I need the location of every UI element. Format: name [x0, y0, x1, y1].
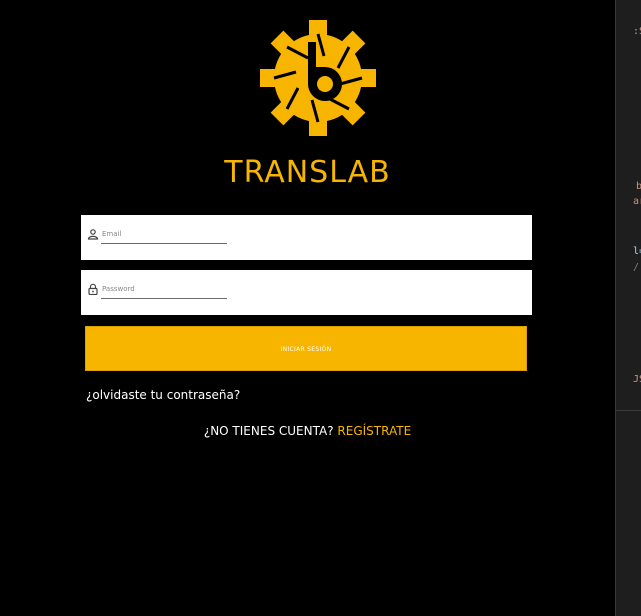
user-icon — [87, 229, 99, 240]
login-button[interactable]: INICIAR SESIÓN — [85, 326, 527, 371]
signup-link[interactable]: REGÍSTRATE — [337, 424, 411, 438]
editor-fragment: JS — [633, 374, 641, 385]
login-screen: TRANSLAB INICIAR SESIÓN ¿olvidaste tu co… — [0, 0, 615, 616]
email-input[interactable] — [101, 225, 227, 244]
email-field-card — [81, 215, 532, 260]
lock-icon — [88, 283, 98, 295]
forgot-password-link[interactable]: ¿olvidaste tu contraseña? — [86, 388, 240, 402]
editor-fragment: / — [633, 262, 640, 273]
code-editor-strip: :S b ar l= / JS — [615, 0, 641, 616]
password-field-card — [81, 270, 532, 315]
no-account-label: ¿NO TIENES CUENTA? — [203, 424, 334, 438]
gear-b-logo-icon — [260, 20, 376, 136]
editor-fragment: l= — [633, 246, 641, 257]
editor-fragment: :S — [633, 26, 641, 37]
password-input[interactable] — [101, 280, 227, 299]
signup-row: ¿NO TIENES CUENTA? REGÍSTRATE — [0, 424, 615, 438]
page: TRANSLAB INICIAR SESIÓN ¿olvidaste tu co… — [0, 0, 641, 616]
editor-fragment: b — [636, 181, 641, 192]
editor-divider — [616, 410, 641, 411]
brand-title: TRANSLAB — [224, 155, 391, 190]
editor-fragment: ar — [633, 196, 641, 207]
